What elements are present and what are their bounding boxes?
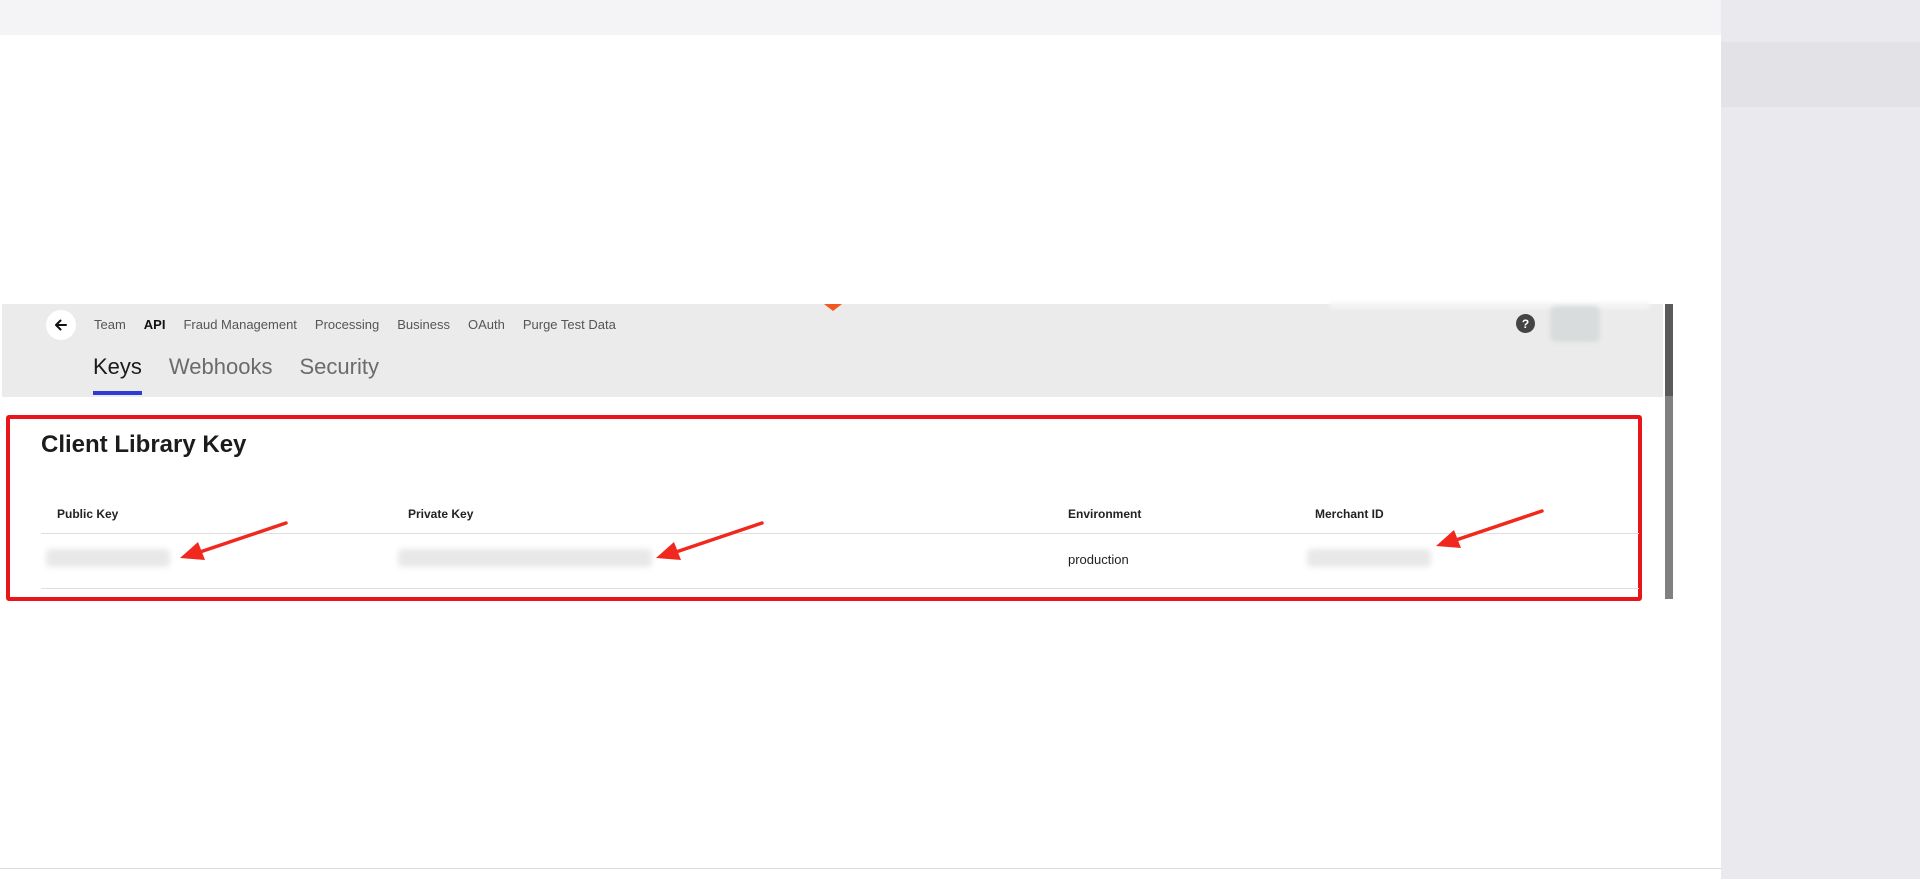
screen: Team API Fraud Management Processing Bus… (0, 0, 1920, 879)
api-tabs: Keys Webhooks Security (93, 354, 406, 395)
nav-link-business[interactable]: Business (397, 314, 450, 336)
top-strip (0, 0, 1721, 35)
blurred-top-region (1330, 302, 1650, 308)
tab-keys[interactable]: Keys (93, 354, 142, 395)
back-arrow-icon (55, 319, 67, 331)
back-button[interactable] (46, 310, 76, 340)
right-panel-band (1721, 42, 1920, 107)
private-key-value[interactable] (398, 549, 652, 567)
avatar[interactable] (1550, 306, 1600, 342)
nav-link-team[interactable]: Team (94, 314, 126, 336)
tab-security[interactable]: Security (299, 354, 378, 391)
column-header-environment: Environment (1068, 507, 1142, 521)
scrollbar-thumb[interactable] (1665, 304, 1673, 396)
help-icon[interactable]: ? (1516, 314, 1535, 333)
card-title: Client Library Key (41, 431, 247, 458)
column-header-private-key: Private Key (408, 507, 474, 521)
table-row-divider (41, 588, 1639, 589)
merchant-id-value[interactable] (1307, 549, 1431, 567)
nav-link-fraud-management[interactable]: Fraud Management (183, 314, 296, 336)
nav-link-purge-test-data[interactable]: Purge Test Data (523, 314, 616, 336)
environment-value: production (1068, 552, 1129, 567)
nav-link-oauth[interactable]: OAuth (468, 314, 505, 336)
public-key-value[interactable] (46, 549, 170, 567)
table-header-divider (41, 533, 1639, 534)
tab-webhooks[interactable]: Webhooks (169, 354, 273, 391)
client-library-key-card: Client Library Key Public Key Private Ke… (6, 415, 1642, 601)
right-panel (1721, 0, 1920, 879)
bottom-divider (0, 868, 1721, 869)
nav-link-processing[interactable]: Processing (315, 314, 379, 336)
nav-link-api[interactable]: API (144, 314, 166, 336)
header-notch (824, 304, 842, 311)
column-header-public-key: Public Key (57, 507, 119, 521)
column-header-merchant-id: Merchant ID (1315, 507, 1384, 521)
settings-nav: Team API Fraud Management Processing Bus… (94, 314, 634, 336)
